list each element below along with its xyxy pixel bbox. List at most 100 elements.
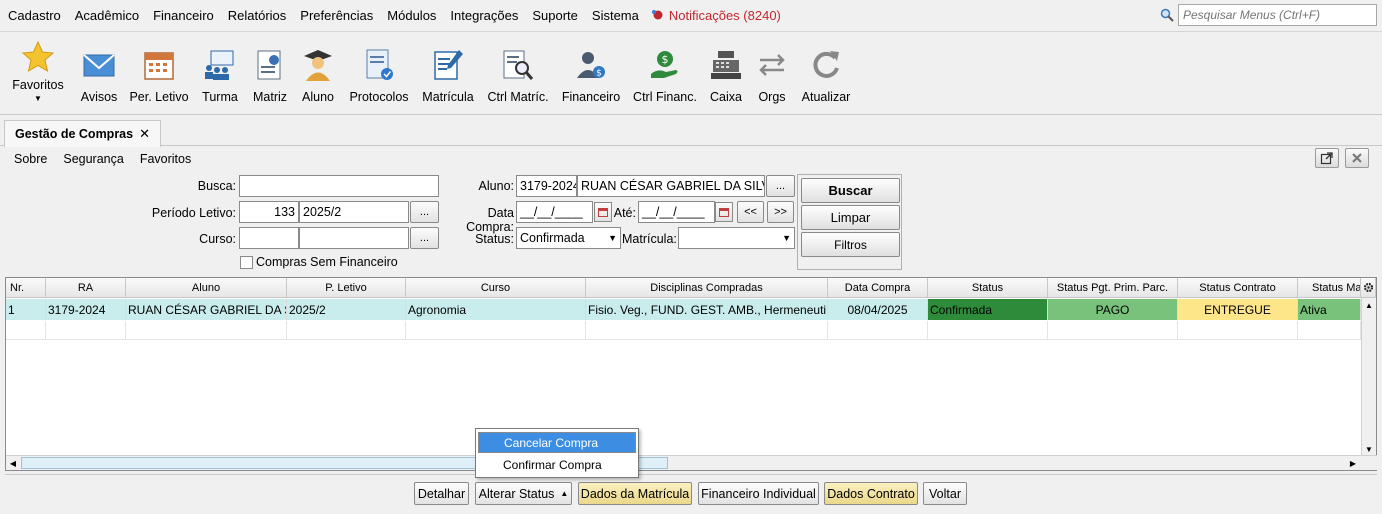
popout-icon[interactable] (1315, 148, 1339, 168)
vertical-scrollbar[interactable]: ▲ ▼ (1361, 298, 1376, 456)
submenu-favoritos[interactable]: Favoritos (140, 152, 191, 166)
financeiro-label: Financeiro (561, 90, 621, 104)
cell-nr: 1 (6, 299, 46, 320)
cash-register-icon (711, 51, 741, 79)
periodo-lookup-button[interactable]: ... (410, 201, 439, 223)
close-window-icon[interactable] (1345, 148, 1369, 168)
menu-academico[interactable]: Acadêmico (75, 8, 139, 23)
buscar-button[interactable]: Buscar (801, 178, 900, 203)
column-header-status-matricula[interactable]: Status Ma (1298, 278, 1361, 298)
column-header-status[interactable]: Status (928, 278, 1048, 298)
atualizar-button[interactable]: Atualizar (801, 38, 851, 114)
column-header-data-compra[interactable]: Data Compra (828, 278, 928, 298)
orgs-button[interactable]: Orgs (756, 38, 788, 114)
avisos-label: Avisos (80, 90, 118, 104)
calendar-to-icon[interactable] (715, 202, 733, 222)
grid-settings-icon[interactable] (1361, 278, 1376, 298)
curso-name-field[interactable] (299, 227, 409, 249)
column-header-aluno[interactable]: Aluno (126, 278, 287, 298)
data-compra-to-input[interactable]: __/__/____ (638, 201, 715, 223)
student-icon (304, 50, 332, 81)
close-icon[interactable]: ✕ (139, 126, 150, 142)
periodo-letivo-label: Período Letivo: (151, 206, 236, 220)
cell-curso: Agronomia (406, 299, 586, 320)
dropdown-arrow-icon: ▼ (782, 233, 791, 243)
compras-grid: Nr. RA Aluno P. Letivo Curso Disciplinas… (5, 277, 1377, 471)
menu-relatorios[interactable]: Relatórios (228, 8, 287, 23)
column-header-curso[interactable]: Curso (406, 278, 586, 298)
data-compra-label: Data Compra: (466, 206, 514, 234)
scroll-down-icon[interactable]: ▼ (1362, 442, 1376, 456)
edit-document-icon (434, 50, 463, 80)
star-icon (21, 40, 55, 73)
ctrl-matric-button[interactable]: Ctrl Matríc. (486, 38, 550, 114)
limpar-button[interactable]: Limpar (801, 205, 900, 230)
periodo-code-field[interactable]: 133 (239, 201, 299, 223)
dados-contrato-button[interactable]: Dados Contrato (824, 482, 918, 505)
menu-cadastro[interactable]: Cadastro (8, 8, 61, 23)
horizontal-scrollbar[interactable]: ◀ ▶ (6, 455, 1377, 470)
menu-suporte[interactable]: Suporte (532, 8, 578, 23)
cancelar-compra-item[interactable]: Cancelar Compra (478, 432, 636, 453)
tab-gestao-compras[interactable]: Gestão de Compras ✕ (4, 120, 161, 147)
favoritos-button[interactable]: Favoritos ▼ (12, 38, 64, 114)
column-header-ra[interactable]: RA (46, 278, 126, 298)
cell-data-compra: 08/04/2025 (828, 299, 928, 320)
submenu-sobre[interactable]: Sobre (14, 152, 47, 166)
curso-code-field[interactable] (239, 227, 299, 249)
column-header-status-contrato[interactable]: Status Contrato (1178, 278, 1298, 298)
menu-search (1160, 4, 1377, 26)
detalhar-button[interactable]: Detalhar (414, 482, 469, 505)
search-menus-input[interactable] (1178, 4, 1377, 26)
aluno-name-field[interactable]: RUAN CÉSAR GABRIEL DA SILVA (577, 175, 765, 197)
curso-lookup-button[interactable]: ... (410, 227, 439, 249)
avisos-button[interactable]: Avisos (79, 38, 119, 114)
voltar-button[interactable]: Voltar (923, 482, 967, 505)
aluno-ra-field[interactable]: 3179-2024 (516, 175, 577, 197)
column-header-status-pgt[interactable]: Status Pgt. Prim. Parc. (1048, 278, 1178, 298)
matriz-button[interactable]: Matriz (251, 38, 289, 114)
next-button[interactable]: >> (767, 201, 794, 223)
menu-sistema[interactable]: Sistema (592, 8, 639, 23)
aluno-lookup-button[interactable]: ... (766, 175, 795, 197)
scroll-up-icon[interactable]: ▲ (1362, 298, 1376, 312)
matricula-button[interactable]: Matrícula (422, 38, 474, 114)
menu-preferencias[interactable]: Preferências (300, 8, 373, 23)
protocolos-button[interactable]: Protocolos (348, 38, 410, 114)
calendar-from-icon[interactable] (594, 202, 612, 222)
cell-status-matricula: Ativa (1298, 299, 1361, 320)
sem-financeiro-checkbox[interactable] (240, 256, 253, 269)
caixa-button[interactable]: Caixa (709, 38, 743, 114)
chevron-up-icon: ▲ (560, 489, 569, 498)
busca-input[interactable] (239, 175, 439, 197)
financeiro-individual-button[interactable]: Financeiro Individual (698, 482, 819, 505)
periodo-name-field[interactable]: 2025/2 (299, 201, 409, 223)
notifications-link[interactable]: Notificações (8240) (651, 8, 781, 23)
alterar-status-menu: Cancelar Compra Confirmar Compra (475, 428, 639, 478)
favoritos-label: Favoritos (12, 78, 64, 92)
column-header-disciplinas[interactable]: Disciplinas Compradas (586, 278, 828, 298)
alterar-status-button[interactable]: Alterar Status ▲ (475, 482, 572, 505)
status-select[interactable]: Confirmada ▼ (516, 227, 621, 249)
scroll-right-icon[interactable]: ▶ (1346, 456, 1360, 470)
submenu-seguranca[interactable]: Segurança (63, 152, 123, 166)
aluno-button[interactable]: Aluno (299, 38, 337, 114)
menu-integracoes[interactable]: Integrações (450, 8, 518, 23)
menu-financeiro[interactable]: Financeiro (153, 8, 214, 23)
turma-button[interactable]: Turma (201, 38, 239, 114)
financeiro-button[interactable]: $ Financeiro (562, 38, 620, 114)
matricula-select[interactable]: ▼ (678, 227, 795, 249)
data-compra-from-input[interactable]: __/__/____ (516, 201, 593, 223)
ctrl-financ-button[interactable]: $ Ctrl Financ. (633, 38, 697, 114)
filter-panel: Busca: Período Letivo: 133 2025/2 ... Cu… (0, 172, 1382, 274)
confirmar-compra-item[interactable]: Confirmar Compra (478, 454, 636, 475)
column-header-nr[interactable]: Nr. (6, 278, 46, 298)
column-header-p-letivo[interactable]: P. Letivo (287, 278, 406, 298)
menu-modulos[interactable]: Módulos (387, 8, 436, 23)
cell-p-letivo: 2025/2 (287, 299, 406, 320)
prev-button[interactable]: << (737, 201, 764, 223)
per-letivo-button[interactable]: Per. Letivo (129, 38, 189, 114)
filtros-button[interactable]: Filtros (801, 232, 900, 257)
scroll-left-icon[interactable]: ◀ (6, 456, 20, 470)
dados-matricula-button[interactable]: Dados da Matrícula (578, 482, 692, 505)
